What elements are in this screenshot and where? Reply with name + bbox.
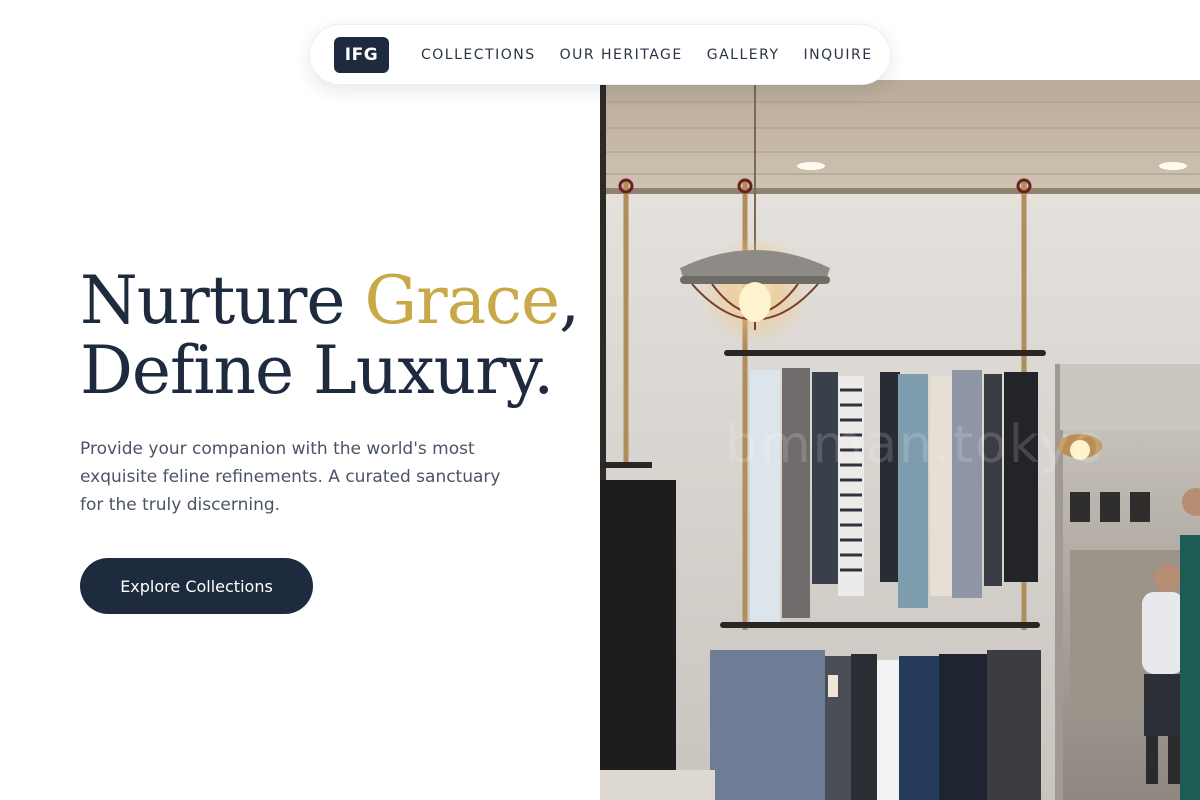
hero-title-line1-post: ,: [559, 262, 580, 339]
hero-subtitle: Provide your companion with the world's …: [80, 439, 501, 515]
hero-title-line1-pre: Nurture: [80, 262, 365, 339]
nav-link-collections[interactable]: COLLECTIONS: [421, 47, 536, 63]
top-navigation: IFG COLLECTIONS OUR HERITAGE GALLERY INQ…: [309, 24, 891, 85]
nav-links: COLLECTIONS OUR HERITAGE GALLERY INQUIRE: [421, 47, 873, 63]
nav-link-gallery[interactable]: GALLERY: [707, 47, 780, 63]
hero-title-accent: Grace: [364, 262, 560, 339]
nav-link-our-heritage[interactable]: OUR HERITAGE: [560, 47, 683, 63]
explore-collections-button[interactable]: Explore Collections: [80, 558, 313, 614]
hero-image-boutique: bmman.tokyo: [600, 80, 1200, 800]
nav-link-inquire[interactable]: INQUIRE: [804, 47, 873, 63]
brand-logo[interactable]: IFG: [334, 36, 389, 73]
hero-title: Nurture Grace, Define Luxury.: [80, 266, 580, 406]
hero-title-line2: Define Luxury.: [80, 332, 554, 409]
